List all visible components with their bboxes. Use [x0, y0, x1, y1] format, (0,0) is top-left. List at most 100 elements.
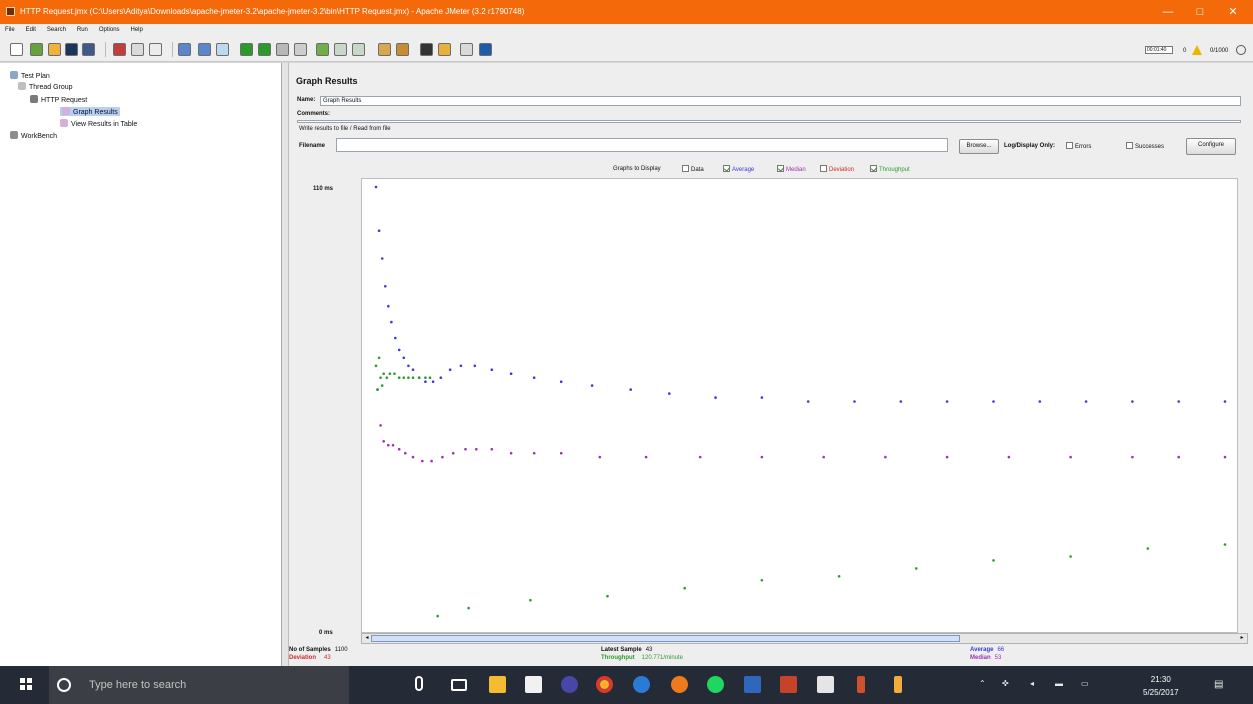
remote-globe-icon[interactable] — [1236, 45, 1246, 55]
deviation-checkbox-box[interactable] — [820, 165, 827, 172]
deviation-checkbox[interactable]: Deviation — [820, 165, 854, 173]
errors-checkbox[interactable]: Errors — [1066, 142, 1091, 150]
word-icon[interactable] — [744, 676, 761, 693]
configure-button[interactable]: Configure — [1186, 138, 1236, 155]
remote-exit-icon[interactable] — [352, 43, 365, 56]
save-icon[interactable] — [65, 43, 78, 56]
shutdown-icon[interactable] — [294, 43, 307, 56]
menu-run[interactable]: Run — [77, 27, 88, 33]
title-bar: HTTP Request.jmx (C:\Users\Aditya\Downlo… — [0, 0, 1253, 24]
chrome-icon[interactable] — [596, 676, 613, 693]
pinned-app-icon[interactable] — [894, 676, 902, 693]
filename-field[interactable] — [336, 138, 948, 152]
throughput-checkbox[interactable]: Throughput — [870, 165, 910, 173]
keyboard-icon[interactable]: ▭ — [1081, 679, 1089, 688]
windows-start-icon[interactable] — [20, 678, 32, 690]
throughput-point — [397, 376, 401, 379]
successes-checkbox[interactable]: Successes — [1126, 142, 1164, 150]
new-icon[interactable] — [10, 43, 23, 56]
start-no-pause-icon[interactable] — [258, 43, 271, 56]
clear-all-icon[interactable] — [396, 43, 409, 56]
menu-search[interactable]: Search — [47, 27, 66, 33]
stop-icon[interactable] — [276, 43, 289, 56]
tray-chevron-icon[interactable]: ⌃ — [979, 679, 986, 688]
edge-icon[interactable] — [633, 676, 650, 693]
scroll-right-icon[interactable]: ▸ — [1238, 635, 1246, 642]
volume-icon[interactable]: ◂ — [1030, 679, 1034, 688]
function-helper-icon[interactable] — [460, 43, 473, 56]
tree-item-view-results-table[interactable]: View Results in Table — [60, 119, 137, 128]
median-checkbox-box[interactable] — [777, 165, 784, 172]
tree-item-thread-group[interactable]: Thread Group — [18, 82, 73, 91]
menu-file[interactable]: File — [5, 27, 15, 33]
warning-icon[interactable] — [1192, 45, 1202, 55]
deviation-stat: Deviation 43 — [289, 655, 331, 661]
store-icon[interactable] — [525, 676, 542, 693]
collapse-icon[interactable] — [198, 43, 211, 56]
file-explorer-icon[interactable] — [489, 676, 506, 693]
menu-edit[interactable]: Edit — [26, 27, 36, 33]
firefox-icon[interactable] — [671, 676, 688, 693]
tree-item-workbench[interactable]: WorkBench — [10, 131, 57, 140]
data-checkbox-box[interactable] — [682, 165, 689, 172]
median-point — [397, 447, 401, 451]
save-as-icon[interactable] — [82, 43, 95, 56]
paste-icon[interactable] — [149, 43, 162, 56]
average-checkbox[interactable]: Average — [723, 165, 754, 173]
elapsed-time: 00:01:40 — [1145, 46, 1173, 54]
name-field[interactable]: Graph Results — [320, 96, 1241, 106]
scroll-thumb[interactable] — [371, 635, 960, 642]
tree-item-graph-results[interactable]: Graph Results — [60, 107, 120, 116]
start-icon[interactable] — [240, 43, 253, 56]
taskbar-search[interactable]: Type here to search — [49, 666, 349, 704]
powerpoint-icon[interactable] — [780, 676, 797, 693]
notification-icon[interactable]: ▤ — [1214, 679, 1223, 690]
taskbar-clock[interactable]: 21:30 5/25/2017 — [1143, 673, 1179, 699]
median-point — [1069, 455, 1072, 459]
errors-checkbox-box[interactable] — [1066, 142, 1073, 149]
maximize-button[interactable]: □ — [1188, 4, 1212, 20]
successes-checkbox-box[interactable] — [1126, 142, 1133, 149]
average-point — [806, 400, 810, 403]
menu-options[interactable]: Options — [99, 27, 120, 33]
templates-icon[interactable] — [30, 43, 43, 56]
network-icon[interactable]: ✜ — [1002, 679, 1009, 688]
tree-item-test-plan[interactable]: Test Plan — [10, 71, 50, 80]
search-icon[interactable] — [420, 43, 433, 56]
media-player-icon[interactable] — [561, 676, 578, 693]
mail-icon[interactable] — [817, 676, 834, 693]
panel-splitter[interactable] — [282, 63, 289, 666]
spotify-icon[interactable] — [707, 676, 724, 693]
throughput-checkbox-box[interactable] — [870, 165, 877, 172]
remote-start-icon[interactable] — [316, 43, 329, 56]
graph-scrollbar[interactable]: ◂ ▸ — [361, 633, 1248, 644]
average-checkbox-box[interactable] — [723, 165, 730, 172]
comments-field[interactable] — [297, 120, 1241, 123]
browse-button[interactable]: Browse... — [959, 139, 999, 154]
average-stat: Average 66 — [970, 647, 1005, 653]
toggle-icon[interactable] — [216, 43, 229, 56]
copy-icon[interactable] — [131, 43, 144, 56]
clear-icon[interactable] — [378, 43, 391, 56]
open-icon[interactable] — [48, 43, 61, 56]
minimize-button[interactable]: — — [1156, 4, 1180, 20]
average-point — [473, 364, 477, 368]
menu-help[interactable]: Help — [131, 27, 143, 33]
microphone-icon[interactable] — [415, 676, 423, 691]
median-checkbox[interactable]: Median — [777, 165, 806, 173]
data-checkbox[interactable]: Data — [682, 165, 704, 173]
remote-stop-icon[interactable] — [334, 43, 347, 56]
scroll-left-icon[interactable]: ◂ — [363, 635, 371, 642]
cut-icon[interactable] — [113, 43, 126, 56]
pencil-icon — [30, 95, 38, 103]
help-icon[interactable] — [479, 43, 492, 56]
tree-item-http-request[interactable]: HTTP Request — [30, 95, 87, 104]
throughput-point — [380, 384, 384, 387]
expand-icon[interactable] — [178, 43, 191, 56]
reset-search-icon[interactable] — [438, 43, 451, 56]
average-point — [380, 257, 384, 260]
close-button[interactable]: ✕ — [1221, 4, 1245, 20]
jmeter-taskbar-icon[interactable] — [857, 676, 865, 693]
battery-icon[interactable]: ▬ — [1055, 679, 1063, 688]
task-view-icon[interactable] — [451, 679, 467, 691]
